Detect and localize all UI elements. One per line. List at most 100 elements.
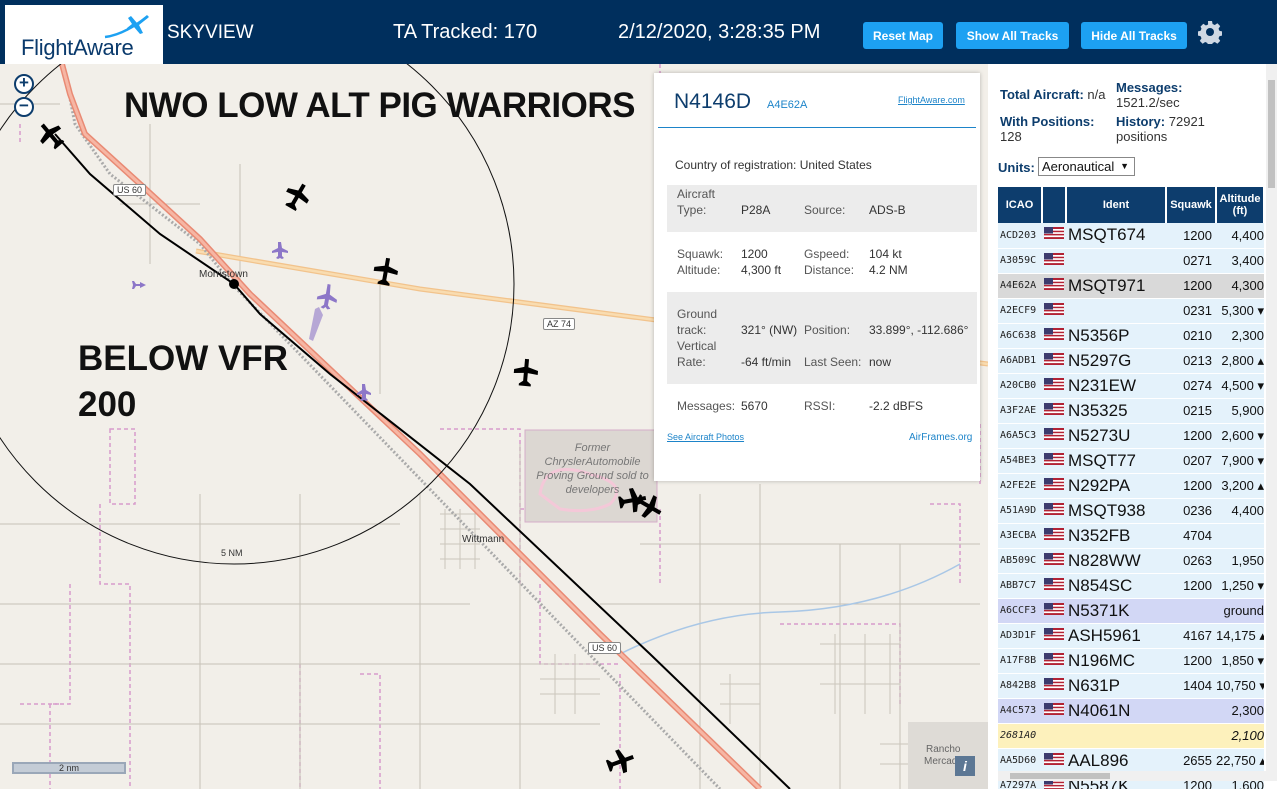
table-row[interactable]: A17F8B N196MC 1200 1,850 ▾	[998, 648, 1264, 674]
row-squawk: 1200	[1166, 473, 1216, 499]
row-altitude: 2,600 ▾	[1216, 423, 1264, 449]
row-squawk: 1200	[1166, 273, 1216, 299]
row-squawk: 0274	[1166, 373, 1216, 399]
table-row[interactable]: A6CCF3 N5371K ground	[998, 598, 1264, 624]
row-icao: A4E62A	[998, 273, 1042, 299]
row-altitude: ground	[1216, 598, 1264, 624]
flightaware-link[interactable]: FlightAware.com	[898, 95, 965, 105]
row-icao: A4C573	[998, 698, 1042, 724]
row-ident: N5297G	[1066, 348, 1166, 374]
total-aircraft-stat: Total Aircraft: n/a	[1000, 87, 1106, 102]
units-select[interactable]: Aeronautical ▼	[1038, 157, 1135, 176]
us-flag-icon	[1042, 473, 1066, 499]
ground-track-value: 321° (NW)	[741, 323, 798, 337]
last-seen-label: Last Seen:	[804, 355, 862, 369]
show-all-tracks-button[interactable]: Show All Tracks	[956, 22, 1069, 49]
row-icao: 2681A0	[998, 723, 1042, 749]
total-aircraft-label: Total Aircraft:	[1000, 87, 1084, 102]
table-row[interactable]: A3F2AE N35325 0215 5,900	[998, 398, 1264, 424]
us-flag-icon	[1042, 448, 1066, 474]
table-row[interactable]: AB509C N828WW 0263 1,950	[998, 548, 1264, 574]
country-value: United States	[799, 158, 872, 172]
history-value: 72921	[1168, 114, 1205, 129]
ground-track-label-2: track:	[677, 323, 707, 337]
row-ident: N4061N	[1066, 698, 1166, 724]
table-row[interactable]: A51A9D MSQT938 0236 4,400	[998, 498, 1264, 524]
airframes-link[interactable]: AirFrames.org	[909, 432, 972, 443]
table-row[interactable]: AA5D60 AAL896 2655 22,750 ▴	[998, 748, 1264, 774]
place-label-rancho: Rancho	[926, 744, 961, 755]
app-title: SKYVIEW	[167, 22, 254, 43]
town-label-wittmann: Wittmann	[462, 534, 505, 545]
column-header-altitude[interactable]: Altitude (ft)	[1216, 187, 1265, 223]
aircraft-marker[interactable]	[513, 358, 539, 387]
see-aircraft-photos-link[interactable]: See Aircraft Photos	[667, 432, 744, 442]
us60-shield: US 60	[113, 184, 147, 196]
column-header-flag	[1042, 187, 1067, 223]
popup-hex: A4E62A	[767, 99, 808, 111]
vertical-rate-label-1: Vertical	[677, 339, 717, 353]
row-altitude: 4,300	[1216, 273, 1264, 299]
table-row[interactable]: ABB7C7 N854SC 1200 1,250 ▾	[998, 573, 1264, 599]
zoom-out-button[interactable]: −	[14, 97, 34, 117]
row-altitude: 2,300	[1216, 323, 1264, 349]
table-row[interactable]: A6ADB1 N5297G 0213 2,800 ▴	[998, 348, 1264, 374]
us60-shield: US 60	[588, 642, 622, 654]
last-seen-value: now	[869, 355, 892, 369]
row-squawk: 1200	[1166, 423, 1216, 449]
table-row[interactable]: A2FE2E N292PA 1200 3,200 ▴	[998, 473, 1264, 499]
proving-ground-label: Former ChryslerAutomobile Proving Ground…	[536, 442, 649, 496]
table-row[interactable]: A3ECBA N352FB 4704	[998, 523, 1264, 549]
us-flag-icon	[1042, 498, 1066, 524]
overlay-vfr-note: BELOW VFR 200	[78, 336, 288, 428]
row-icao: ABB7C7	[998, 573, 1042, 599]
table-row[interactable]: A3059C 0271 3,400	[998, 248, 1264, 274]
column-header-icao[interactable]: ICAO	[998, 187, 1043, 223]
row-icao: A3F2AE	[998, 398, 1042, 424]
row-altitude: 7,900 ▾	[1216, 448, 1264, 474]
table-row[interactable]: ACD203 MSQT674 1200 4,400	[998, 223, 1264, 249]
reset-map-button[interactable]: Reset Map	[863, 22, 943, 49]
gear-icon[interactable]	[1198, 20, 1222, 44]
row-altitude: 3,400	[1216, 248, 1264, 274]
us-flag-icon	[1042, 298, 1066, 324]
source-value: ADS-B	[869, 203, 906, 217]
horizontal-scrollbar-thumb[interactable]	[1010, 773, 1110, 779]
row-icao: A20CB0	[998, 373, 1042, 399]
zoom-in-button[interactable]: +	[14, 74, 34, 94]
table-row[interactable]: A6C638 N5356P 0210 2,300	[998, 323, 1264, 349]
flightaware-logo[interactable]: FlightAware	[5, 5, 163, 64]
table-row[interactable]: AD3D1F ASH5961 4167 14,175 ▴	[998, 623, 1264, 649]
row-altitude: 1,850 ▾	[1216, 648, 1264, 674]
row-squawk	[1166, 723, 1216, 749]
vertical-scrollbar-thumb[interactable]	[1268, 80, 1275, 188]
table-row[interactable]: A2ECF9 0231 5,300 ▾	[998, 298, 1264, 324]
row-altitude: 2,300	[1216, 698, 1264, 724]
row-squawk: 1200	[1166, 223, 1216, 249]
us-flag-icon	[1042, 373, 1066, 399]
column-header-squawk[interactable]: Squawk	[1166, 187, 1217, 223]
row-ident	[1066, 248, 1166, 274]
rssi-value: -2.2 dBFS	[869, 399, 924, 413]
tracked-count: TA Tracked: 170	[393, 21, 538, 43]
history-stat: History: 72921	[1116, 114, 1205, 129]
logo-text: FlightAware	[21, 35, 134, 60]
row-icao: AD3D1F	[998, 623, 1042, 649]
table-row[interactable]: A4E62A MSQT971 1200 4,300	[998, 273, 1264, 299]
table-row[interactable]: A54BE3 MSQT77 0207 7,900 ▾	[998, 448, 1264, 474]
row-altitude: 4,400	[1216, 498, 1264, 524]
map-info-button[interactable]: i	[955, 756, 975, 776]
row-ident: MSQT77	[1066, 448, 1166, 474]
table-row[interactable]: A6A5C3 N5273U 1200 2,600 ▾	[998, 423, 1264, 449]
row-altitude: 3,200 ▴	[1216, 473, 1264, 499]
table-row[interactable]: A20CB0 N231EW 0274 4,500 ▾	[998, 373, 1264, 399]
table-row[interactable]: A4C573 N4061N 2,300	[998, 698, 1264, 724]
aircraft-marker[interactable]	[280, 179, 314, 214]
hide-all-tracks-button[interactable]: Hide All Tracks	[1081, 22, 1187, 49]
table-row[interactable]: A842B8 N631P 1404 10,750 ▾	[998, 673, 1264, 699]
messages-rate: 1521.2/sec	[1116, 95, 1180, 110]
column-header-ident[interactable]: Ident	[1066, 187, 1167, 223]
aircraft-marker[interactable]	[33, 117, 69, 153]
az74-shield: AZ 74	[543, 318, 576, 330]
table-row[interactable]: 2681A0 2,100	[998, 723, 1264, 749]
